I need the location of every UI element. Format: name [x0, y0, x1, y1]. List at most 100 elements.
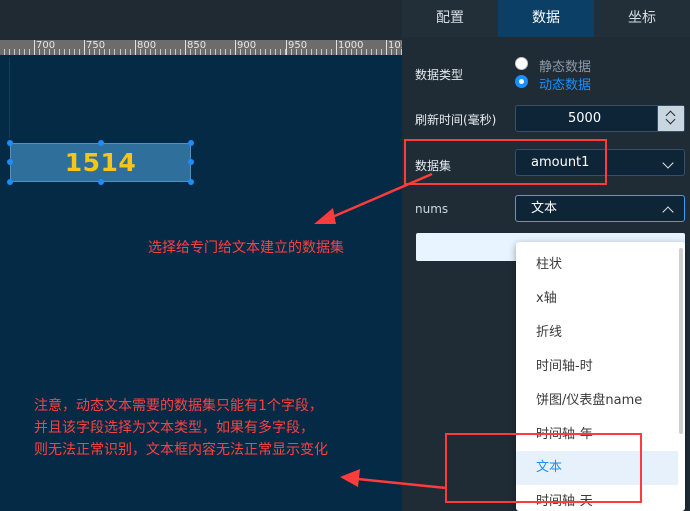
- ruler-minor-tick: [9, 49, 10, 55]
- dataset-label: 数据集: [415, 159, 452, 173]
- ruler-tick-label: 850: [187, 40, 207, 51]
- ruler-minor-tick: [64, 49, 65, 55]
- resize-handle-top-left[interactable]: [7, 140, 13, 146]
- radio-dynamic-data[interactable]: [515, 75, 528, 88]
- canvas-top-bar: [0, 0, 402, 40]
- ruler-major-tick: [386, 40, 387, 55]
- resize-handle-top-right[interactable]: [188, 140, 194, 146]
- ruler-tick-label: 1050: [388, 40, 402, 51]
- ruler-minor-tick: [371, 49, 372, 55]
- tab-config[interactable]: 配置: [402, 0, 498, 37]
- dropdown-option-bar[interactable]: 柱状: [516, 248, 678, 282]
- ruler-tick-label: 750: [86, 40, 106, 51]
- ruler-minor-tick: [220, 49, 221, 55]
- dropdown-scrollbar[interactable]: [679, 248, 683, 434]
- ruler-minor-tick: [280, 49, 281, 55]
- ruler-minor-tick: [69, 49, 70, 55]
- dropdown-option-text[interactable]: 文本: [516, 451, 678, 485]
- dropdown-option-pie-gauge-name[interactable]: 饼图/仪表盘name: [516, 384, 678, 418]
- ruler-major-tick: [34, 40, 35, 55]
- chevron-up-icon: [662, 206, 674, 218]
- ruler-minor-tick: [316, 49, 317, 55]
- ruler-major-tick: [185, 40, 186, 55]
- horizontal-ruler: 700 750 800 850 900 950 1000 1050: [0, 40, 402, 55]
- ruler-minor-tick: [125, 49, 126, 55]
- ruler-minor-tick: [215, 49, 216, 55]
- radio-static-data-label[interactable]: 静态数据: [539, 56, 591, 75]
- note-line-2: 并且该字段选择为文本类型，如果有多字段，: [34, 420, 314, 436]
- ruler-minor-tick: [14, 49, 15, 55]
- dropdown-option-x-axis[interactable]: x轴: [516, 282, 678, 316]
- ruler-major-tick: [336, 40, 337, 55]
- ruler-minor-tick: [381, 49, 382, 55]
- ruler-minor-tick: [175, 49, 176, 55]
- ruler-minor-tick: [114, 49, 115, 55]
- ruler-tick-label: 950: [288, 40, 308, 51]
- resize-handle-top-middle[interactable]: [98, 140, 104, 146]
- ruler-minor-tick: [366, 49, 367, 55]
- ruler-minor-tick: [74, 49, 75, 55]
- nums-dropdown-menu[interactable]: 柱状 x轴 折线 时间轴-时 饼图/仪表盘name 时间轴-年 文本 时间轴-天: [516, 242, 685, 511]
- ruler-minor-tick: [4, 49, 5, 55]
- nums-select[interactable]: 文本: [515, 195, 685, 222]
- ruler-minor-tick: [311, 49, 312, 55]
- ruler-minor-tick: [210, 49, 211, 55]
- dataset-selected-value: amount1: [531, 155, 590, 170]
- resize-handle-middle-right[interactable]: [188, 159, 194, 165]
- dropdown-option-line[interactable]: 折线: [516, 316, 678, 350]
- ruler-minor-tick: [59, 49, 60, 55]
- resize-handle-bottom-right[interactable]: [188, 179, 194, 185]
- nums-selected-value: 文本: [531, 201, 558, 216]
- number-text-widget[interactable]: 1514: [10, 143, 191, 182]
- ruler-minor-tick: [24, 49, 25, 55]
- refresh-time-stepper[interactable]: [657, 106, 684, 131]
- ruler-minor-tick: [225, 49, 226, 55]
- ruler-minor-tick: [170, 49, 171, 55]
- property-panel: 配置 数据 坐标 数据类型 静态数据 动态数据 刷新时间(毫秒) 5000 数据…: [402, 0, 690, 511]
- chevron-down-icon: [662, 157, 674, 169]
- ruler-major-tick: [235, 40, 236, 55]
- refresh-time-label: 刷新时间(毫秒): [415, 113, 497, 127]
- note-line-1: 注意，动态文本需要的数据集只能有1个字段，: [34, 398, 323, 414]
- dropdown-option-timeline-year[interactable]: 时间轴-年: [516, 418, 678, 452]
- ruler-minor-tick: [180, 49, 181, 55]
- ruler-major-tick: [286, 40, 287, 55]
- ruler-minor-tick: [230, 49, 231, 55]
- ruler-minor-tick: [79, 49, 80, 55]
- ruler-minor-tick: [29, 49, 30, 55]
- radio-dynamic-data-label[interactable]: 动态数据: [539, 74, 591, 93]
- refresh-time-input[interactable]: 5000: [515, 105, 685, 132]
- ruler-minor-tick: [331, 49, 332, 55]
- tab-data[interactable]: 数据: [498, 0, 594, 37]
- ruler-minor-tick: [120, 49, 121, 55]
- data-type-label: 数据类型: [415, 68, 464, 82]
- dropdown-option-timeline-hour[interactable]: 时间轴-时: [516, 350, 678, 384]
- ruler-major-tick: [84, 40, 85, 55]
- radio-static-data[interactable]: [515, 57, 528, 70]
- panel-tabs: 配置 数据 坐标: [402, 0, 690, 37]
- note-line-3: 则无法正常识别，文本框内容无法正常显示变化: [34, 442, 328, 458]
- resize-handle-middle-left[interactable]: [7, 159, 13, 165]
- ruler-minor-tick: [165, 49, 166, 55]
- ruler-minor-tick: [260, 49, 261, 55]
- dataset-select[interactable]: amount1: [515, 149, 685, 176]
- nums-label: nums: [415, 202, 449, 216]
- ruler-minor-tick: [275, 49, 276, 55]
- ruler-minor-tick: [19, 49, 20, 55]
- refresh-time-value: 5000: [568, 111, 602, 126]
- resize-handle-bottom-left[interactable]: [7, 179, 13, 185]
- ruler-minor-tick: [160, 49, 161, 55]
- dropdown-option-timeline-day[interactable]: 时间轴-天: [516, 485, 678, 511]
- ruler-minor-tick: [376, 49, 377, 55]
- ruler-minor-tick: [321, 49, 322, 55]
- ruler-minor-tick: [130, 49, 131, 55]
- ruler-minor-tick: [270, 49, 271, 55]
- ruler-minor-tick: [326, 49, 327, 55]
- ruler-minor-tick: [265, 49, 266, 55]
- tab-coordinates[interactable]: 坐标: [594, 0, 690, 37]
- resize-handle-bottom-middle[interactable]: [98, 179, 104, 185]
- dataset-annotation: 选择给专门给文本建立的数据集: [148, 240, 344, 256]
- ruler-tick-label: 700: [36, 40, 56, 51]
- ruler-minor-tick: [109, 49, 110, 55]
- design-canvas[interactable]: 700 750 800 850 900 950 1000 1050 1514 选择给专门给文本…: [0, 0, 402, 511]
